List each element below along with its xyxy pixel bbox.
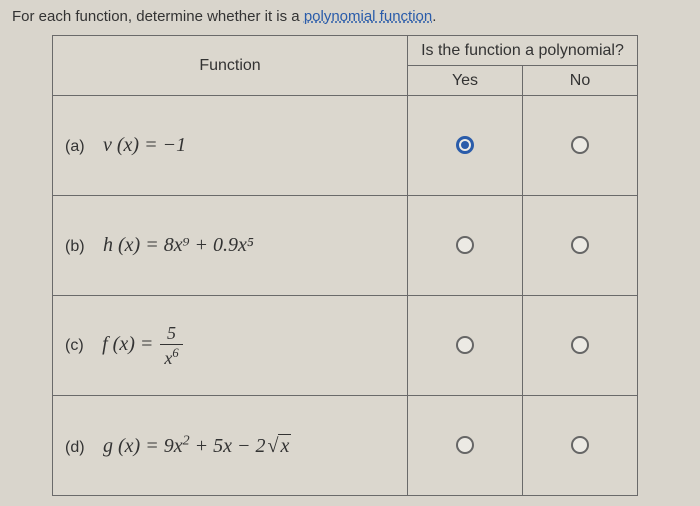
row-label: (d) — [65, 439, 85, 456]
table-row: (b) h (x) = 8x⁹ + 0.9x⁵ — [53, 196, 638, 296]
function-table: Function Is the function a polynomial? Y… — [52, 35, 638, 496]
radio-a-yes[interactable] — [456, 136, 474, 154]
fn-c-den-exp: 6 — [172, 346, 178, 360]
fn-c-num: 5 — [160, 324, 182, 345]
cell-c-no — [523, 296, 638, 396]
table-row: (c) f (x) = 5x6 — [53, 296, 638, 396]
table-wrap: Function Is the function a polynomial? Y… — [12, 31, 688, 496]
radio-b-yes[interactable] — [456, 236, 474, 254]
radio-b-no[interactable] — [571, 236, 589, 254]
cell-d-no — [523, 396, 638, 496]
row-label: (c) — [65, 337, 84, 354]
fn-c-den: x6 — [160, 345, 182, 367]
function-cell-b: (b) h (x) = 8x⁹ + 0.9x⁵ — [53, 196, 408, 296]
function-cell-d: (d) g (x) = 9x2 + 5x − 2 x — [53, 396, 408, 496]
sqrt-icon: x — [265, 435, 291, 458]
cell-a-no — [523, 96, 638, 196]
question-suffix: . — [432, 8, 436, 25]
polynomial-link[interactable]: polynomial function — [304, 8, 432, 25]
function-a: v (x) = −1 — [103, 134, 186, 156]
radio-a-no[interactable] — [571, 136, 589, 154]
header-yes: Yes — [408, 66, 523, 96]
row-label: (a) — [65, 138, 85, 155]
radio-c-yes[interactable] — [456, 336, 474, 354]
header-no: No — [523, 66, 638, 96]
question-prefix: For each function, determine whether it … — [12, 8, 304, 25]
table-row: (d) g (x) = 9x2 + 5x − 2 x — [53, 396, 638, 496]
fn-d-rad: x — [278, 434, 291, 457]
function-cell-a: (a) v (x) = −1 — [53, 96, 408, 196]
cell-d-yes — [408, 396, 523, 496]
fn-d-mid: + 5x − 2 — [190, 435, 266, 457]
function-cell-c: (c) f (x) = 5x6 — [53, 296, 408, 396]
header-question: Is the function a polynomial? — [408, 36, 638, 66]
function-d: g (x) = 9x2 + 5x − 2 x — [103, 435, 291, 457]
fn-d-exp: 2 — [183, 433, 190, 448]
function-c: f (x) = 5x6 — [102, 333, 185, 355]
cell-a-yes — [408, 96, 523, 196]
radio-d-no[interactable] — [571, 436, 589, 454]
fraction-icon: 5x6 — [160, 324, 182, 367]
radio-d-yes[interactable] — [456, 436, 474, 454]
radio-c-no[interactable] — [571, 336, 589, 354]
question-text: For each function, determine whether it … — [12, 8, 688, 25]
row-label: (b) — [65, 238, 85, 255]
cell-b-no — [523, 196, 638, 296]
cell-c-yes — [408, 296, 523, 396]
fn-d-prefix: g (x) = 9x — [103, 435, 183, 457]
function-b: h (x) = 8x⁹ + 0.9x⁵ — [103, 234, 254, 256]
cell-b-yes — [408, 196, 523, 296]
header-function: Function — [53, 36, 408, 96]
fn-c-prefix: f (x) = — [102, 333, 158, 355]
table-row: (a) v (x) = −1 — [53, 96, 638, 196]
